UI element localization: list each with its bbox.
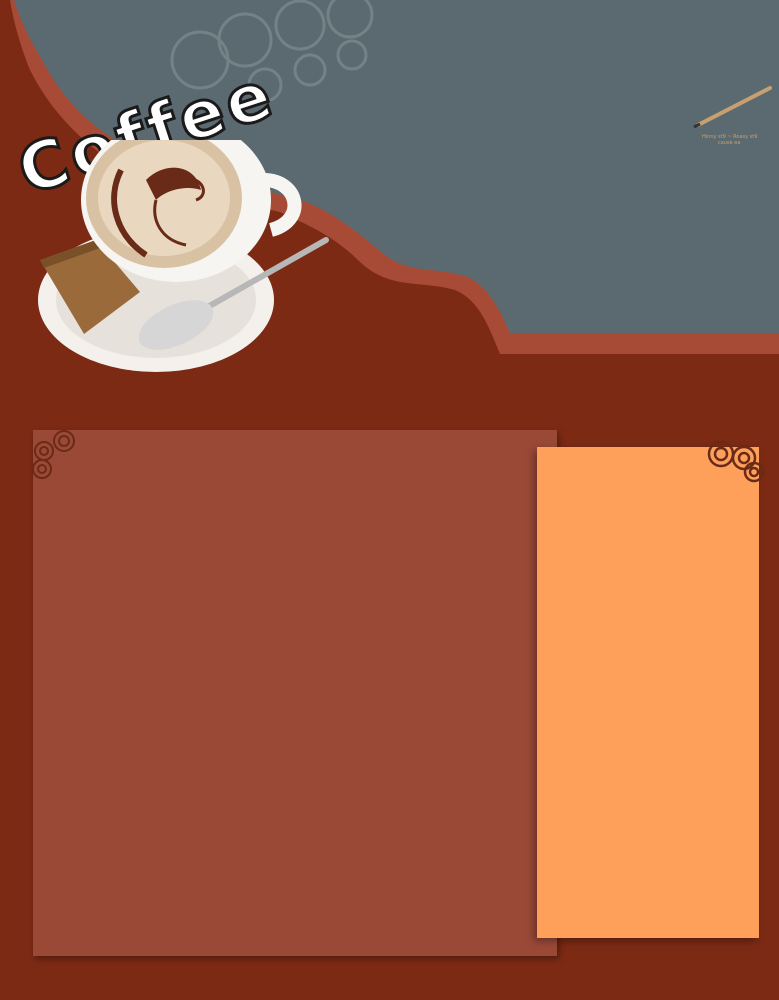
sidebar-panel [537,447,759,938]
main-content-panel [33,430,557,956]
pencil-caption-2: cause ea [718,140,740,146]
swirl-ornament-icon [32,430,75,479]
coffee-cup-illustration [38,140,329,372]
swirl-ornament-icon [707,440,765,483]
coffee-page: Coffee Hinny st9 ~ Roasy st9 cause ea [0,0,779,1000]
pencil-icon: Hinny st9 ~ Roasy st9 cause ea [693,86,772,146]
